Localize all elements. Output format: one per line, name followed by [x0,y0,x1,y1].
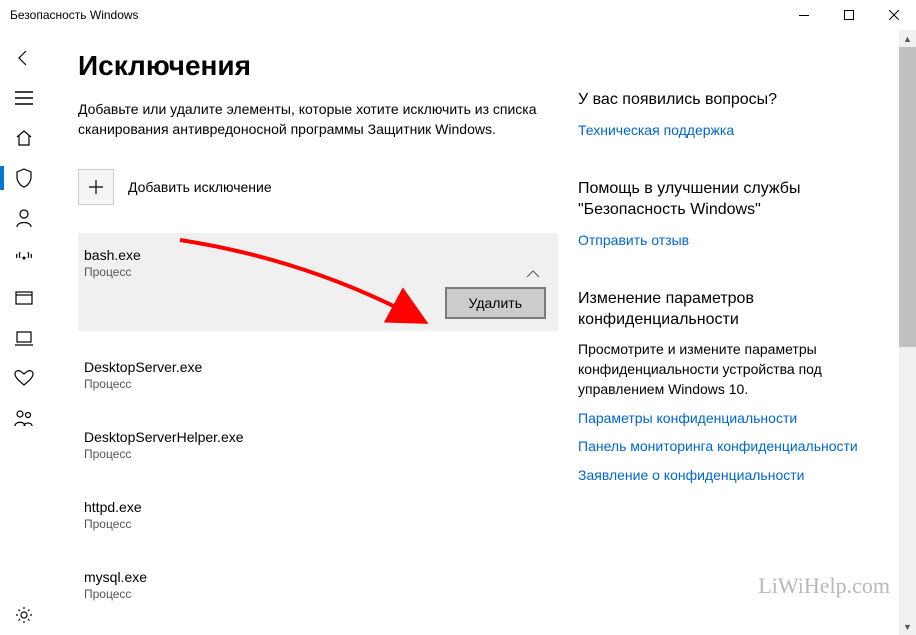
page-title: Исключения [78,50,558,82]
scroll-down-icon[interactable]: ▼ [899,618,916,635]
exclusion-type: Процесс [84,265,544,279]
chevron-up-icon[interactable] [526,265,540,281]
back-button[interactable] [0,38,48,78]
questions-section: У вас появились вопросы? Техническая под… [578,90,858,139]
scroll-thumb[interactable] [899,47,916,347]
exclusion-name: httpd.exe [84,499,544,515]
window-title: Безопасность Windows [10,8,781,22]
privacy-link[interactable]: Панель мониторинга конфиденциальности [578,437,858,455]
section-heading: Изменение параметров конфиденциальности [578,289,858,331]
exclusion-item[interactable]: mysql.exe Процесс [78,559,558,611]
support-link[interactable]: Техническая поддержка [578,121,858,139]
device-security-icon[interactable] [0,318,48,358]
add-exclusion-row[interactable]: Добавить исключение [78,169,558,205]
add-button[interactable] [78,169,114,205]
privacy-link[interactable]: Заявление о конфиденциальности [578,466,858,484]
section-text: Просмотрите и измените параметры конфиде… [578,340,858,399]
exclusion-item[interactable]: DesktopServerHelper.exe Процесс [78,419,558,471]
maximize-button[interactable] [826,0,871,30]
feedback-link[interactable]: Отправить отзыв [578,231,858,249]
minimize-button[interactable] [781,0,826,30]
watermark: LiWiHelp.com [758,573,890,599]
privacy-section: Изменение параметров конфиденциальности … [578,289,858,484]
family-icon[interactable] [0,398,48,438]
add-label: Добавить исключение [128,179,272,195]
exclusion-type: Процесс [84,447,544,461]
plus-icon [88,179,104,195]
section-heading: У вас появились вопросы? [578,90,858,111]
scroll-up-icon[interactable]: ▲ [899,30,916,47]
scrollbar[interactable]: ▲ ▼ [899,30,916,635]
exclusion-type: Процесс [84,377,544,391]
section-heading: Помощь в улучшении службы "Безопасность … [578,179,858,221]
exclusion-name: mysql.exe [84,569,544,585]
hamburger-icon[interactable] [0,78,48,118]
account-icon[interactable] [0,198,48,238]
window-controls [781,0,916,30]
close-button[interactable] [871,0,916,30]
app-control-icon[interactable] [0,278,48,318]
exclusion-item[interactable]: DesktopServer.exe Процесс [78,349,558,401]
exclusion-name: DesktopServer.exe [84,359,544,375]
exclusion-item[interactable]: bash.exe Процесс Удалить [78,233,558,331]
delete-button[interactable]: Удалить [445,287,546,319]
home-icon[interactable] [0,118,48,158]
exclusion-type: Процесс [84,587,544,601]
help-section: Помощь в улучшении службы "Безопасность … [578,179,858,249]
titlebar: Безопасность Windows [0,0,916,30]
sidebar [0,30,48,635]
exclusion-item[interactable]: httpd.exe Процесс [78,489,558,541]
exclusion-name: bash.exe [84,247,544,263]
privacy-link[interactable]: Параметры конфиденциальности [578,409,858,427]
exclusion-name: DesktopServerHelper.exe [84,429,544,445]
page-description: Добавьте или удалите элементы, которые х… [78,100,558,139]
shield-icon[interactable] [0,158,48,198]
settings-icon[interactable] [0,595,48,635]
firewall-icon[interactable] [0,238,48,278]
device-health-icon[interactable] [0,358,48,398]
exclusion-type: Процесс [84,517,544,531]
